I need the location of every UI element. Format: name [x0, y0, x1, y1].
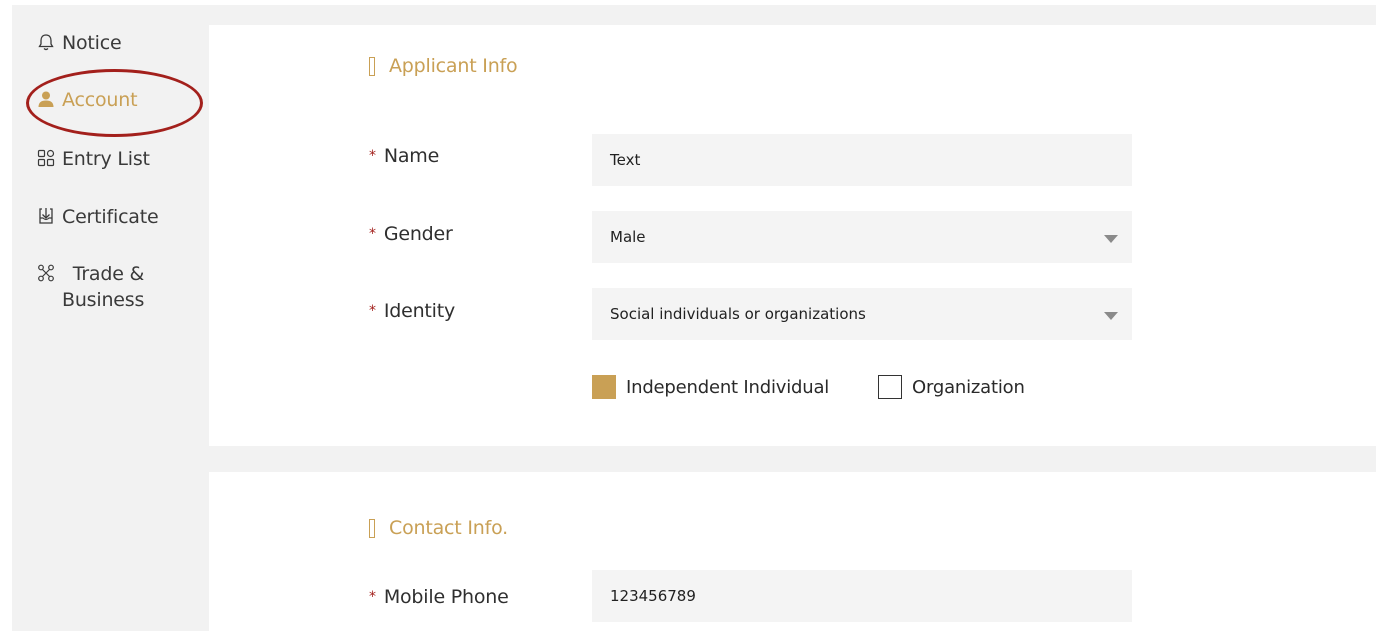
mobile-phone-label-text: Mobile Phone	[383, 586, 509, 608]
checkbox-label: Independent Individual	[626, 376, 830, 398]
section-title-text: Applicant Info	[389, 55, 518, 77]
sidebar-item-label: Trade & Business	[62, 261, 144, 313]
gender-label: * Gender	[369, 223, 453, 245]
sidebar-item-label-line1: Trade &	[72, 263, 145, 285]
sidebar: Notice Account Entry List Certificate Tr…	[12, 5, 209, 631]
independent-individual-checkbox[interactable]: Independent Individual	[592, 375, 829, 399]
contact-info-title: Contact Info.	[369, 517, 508, 539]
name-label: * Name	[369, 145, 439, 167]
mobile-phone-label: * Mobile Phone	[369, 586, 509, 608]
gender-select[interactable]: Male	[592, 211, 1132, 263]
mobile-phone-input-value: 123456789	[610, 587, 696, 605]
section-marker-icon	[369, 56, 375, 76]
section-title-text: Contact Info.	[389, 517, 509, 539]
required-asterisk: *	[369, 303, 376, 319]
checkbox-label: Organization	[912, 376, 1025, 398]
mobile-phone-input[interactable]: 123456789	[592, 570, 1132, 622]
section-marker-icon	[369, 518, 375, 538]
user-icon	[38, 91, 54, 107]
identity-select[interactable]: Social individuals or organizations	[592, 288, 1132, 340]
required-asterisk: *	[369, 226, 376, 242]
network-icon	[38, 264, 54, 282]
chevron-down-icon	[1104, 312, 1118, 320]
gender-label-text: Gender	[383, 223, 453, 245]
organization-checkbox[interactable]: Organization	[878, 375, 1025, 399]
identity-select-value: Social individuals or organizations	[610, 305, 866, 323]
sidebar-item-certificate[interactable]: Certificate	[36, 204, 159, 230]
sidebar-item-entry-list[interactable]: Entry List	[36, 146, 150, 172]
bell-icon	[38, 34, 54, 51]
identity-label-text: Identity	[383, 300, 456, 322]
sidebar-item-label: Notice	[62, 32, 122, 54]
sidebar-item-label-line2: Business	[62, 289, 145, 311]
sidebar-item-label: Certificate	[62, 206, 159, 228]
required-asterisk: *	[369, 589, 376, 605]
name-input[interactable]: Text	[592, 134, 1132, 186]
contact-info-card: Contact Info. * Mobile Phone 123456789	[209, 472, 1376, 631]
chevron-down-icon	[1104, 235, 1118, 243]
gender-select-value: Male	[610, 228, 646, 246]
sidebar-item-label: Account	[62, 89, 138, 111]
sidebar-item-account[interactable]: Account	[36, 87, 138, 113]
sidebar-item-label: Entry List	[62, 148, 150, 170]
checkbox-unchecked[interactable]	[878, 375, 902, 399]
required-asterisk: *	[369, 148, 376, 164]
checkbox-checked[interactable]	[592, 375, 616, 399]
applicant-info-title: Applicant Info	[369, 55, 518, 77]
identity-label: * Identity	[369, 300, 455, 322]
sidebar-item-notice[interactable]: Notice	[36, 30, 122, 56]
applicant-info-card: Applicant Info * Name Text * Gender Male…	[209, 25, 1376, 446]
sidebar-item-trade-business[interactable]: Trade & Business	[36, 261, 144, 313]
name-label-text: Name	[383, 145, 440, 167]
name-input-value: Text	[610, 151, 641, 169]
download-box-icon	[39, 208, 53, 224]
grid-icon	[37, 149, 55, 167]
